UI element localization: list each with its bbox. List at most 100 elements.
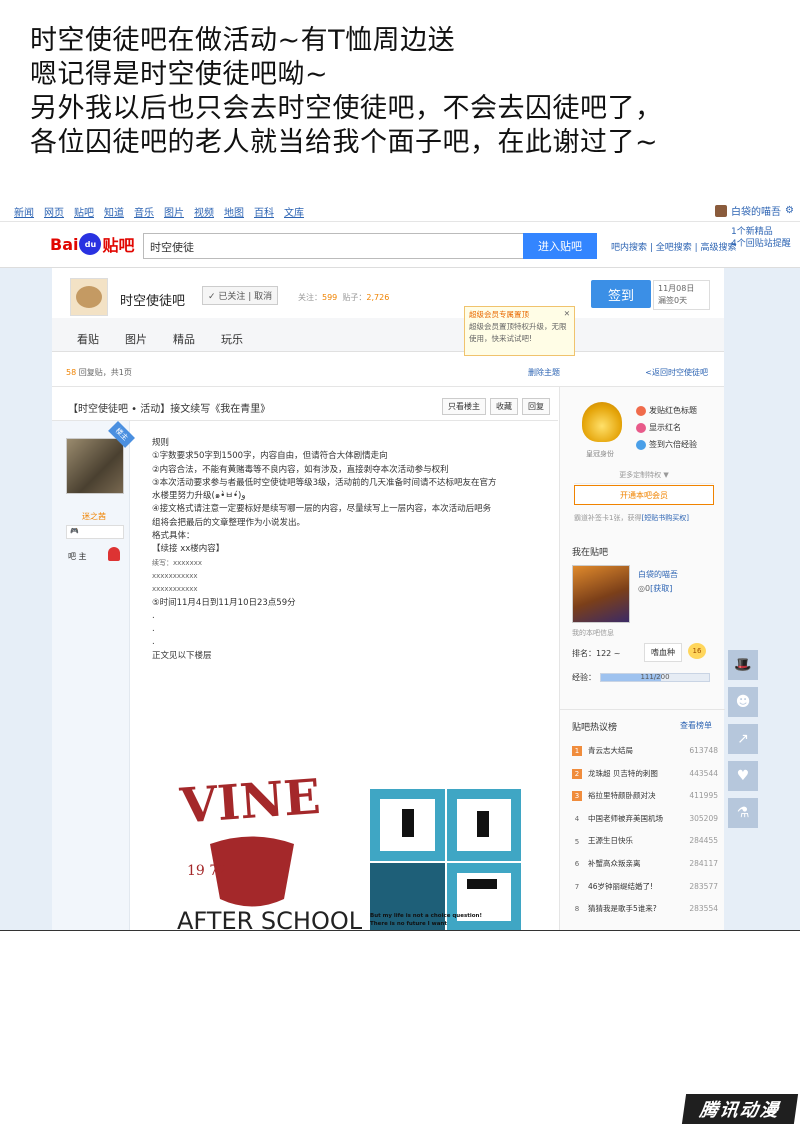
my-name[interactable]: 白袋的喵吾 [638, 569, 678, 580]
hot-topics: 贴吧热议榜 查看榜单 1 青云志大结局 613748 2 龙珠超 贝吉特的刺图 44354… [560, 709, 725, 913]
hot-topic-title[interactable]: 补蟹高众叛亲离 [588, 853, 684, 876]
caption-line: 各位囚徒吧的老人就当给我个面子吧，在此谢过了~ [30, 127, 659, 158]
level-name: 嗜血种 [644, 643, 682, 662]
nav-link-tieba[interactable]: 贴吧 [74, 204, 94, 219]
nav-link-map[interactable]: 地图 [224, 204, 244, 219]
hot-topic-item[interactable]: 4 中国老师被弃美国机场 305209 [572, 808, 718, 831]
follow-button[interactable]: ✓ 已关注 | 取消 [202, 286, 279, 305]
tab-images[interactable]: 图片 [112, 318, 160, 351]
back-to-forum-link[interactable]: <返回时空使徒吧 [645, 367, 708, 378]
my-avatar[interactable] [572, 565, 630, 623]
enter-tieba-button[interactable]: 进入贴吧 [523, 233, 597, 259]
sign-in-button[interactable]: 签到 [591, 280, 651, 308]
author-avatar[interactable] [66, 438, 124, 494]
nav-link-news[interactable]: 新闻 [14, 204, 34, 219]
red-name-icon [636, 422, 646, 433]
gear-icon[interactable]: ⚙ [785, 205, 794, 216]
hot-topic-item[interactable]: 6 补蟹高众叛亲离 284117 [572, 853, 718, 876]
post-line: 格式具体： [152, 531, 195, 542]
get-coins-link[interactable]: [获取] [650, 584, 672, 593]
heart-icon[interactable]: ♥ [728, 761, 758, 791]
hot-topic-rank: 7 [574, 882, 580, 891]
hot-topic-title[interactable]: 猜猜我是歌手5谁来? [588, 898, 684, 921]
delete-thread-link[interactable]: 删除主题 [528, 367, 560, 378]
nav-link-wenku[interactable]: 文库 [284, 204, 304, 219]
hot-topic-count: 283577 [689, 881, 718, 891]
experience: 经验： 111/200 [572, 672, 710, 683]
nav-link-images[interactable]: 图片 [164, 204, 184, 219]
only-op-button[interactable]: 只看楼主 [442, 398, 486, 415]
tab-featured[interactable]: 精品 [160, 318, 208, 351]
forum-tabs: 看贴 图片 精品 玩乐 [52, 318, 724, 352]
hot-topic-count: 283554 [689, 904, 718, 914]
hot-topic-title[interactable]: 王源生日快乐 [588, 830, 684, 853]
forum-stats: 关注：599 贴子：2,726 [298, 292, 389, 303]
user-menu[interactable]: 白袋的喵吾 ⚙ [715, 203, 794, 218]
tab-posts[interactable]: 看贴 [64, 318, 112, 351]
hot-topic-item[interactable]: 8 猜猜我是歌手5谁来? 283554 [572, 898, 718, 921]
more-privileges-link[interactable]: 更多定制特权 ▼ [574, 470, 714, 484]
hot-topic-title[interactable]: 裕拉里特颜卧颜对决 [588, 785, 684, 808]
favorite-button[interactable]: 收藏 [490, 398, 518, 415]
hot-topic-title[interactable]: 龙珠超 贝吉特的刺图 [588, 763, 684, 786]
reply-button[interactable]: 回复 [522, 398, 550, 415]
hot-topic-item[interactable]: 2 龙珠超 贝吉特的刺图 443544 [572, 763, 718, 786]
my-forum-info: 我的本吧信息 [572, 629, 614, 637]
top-nav-links: 新闻 网页 贴吧 知道 音乐 图片 视频 地图 百科 文库 [14, 204, 304, 219]
author-name[interactable]: 迷之茜 [82, 511, 106, 522]
search-links[interactable]: 吧内搜索 | 全吧搜索 | 高级搜索 [611, 240, 737, 253]
notice-box[interactable]: 1个新精品 4个回贴站提醒 [731, 226, 793, 250]
forum-name[interactable]: 时空使徒吧 [120, 290, 185, 309]
nav-link-music[interactable]: 音乐 [134, 204, 154, 219]
nav-link-video[interactable]: 视频 [194, 204, 214, 219]
my-tieba-title: 我在贴吧 [572, 548, 609, 558]
notice-item[interactable]: 1个新精品 [731, 226, 793, 238]
post-line: ①字数要求50字到1500字，内容自由，但请符合大体剧情走向 [152, 451, 388, 462]
notice-item[interactable]: 4个回贴站提醒 [731, 238, 793, 250]
page-bar: 58 回复贴，共1页 删除主题 <返回时空使徒吧 [52, 352, 724, 387]
magic-hat-icon[interactable]: 🎩 [728, 650, 758, 680]
nav-link-baike[interactable]: 百科 [254, 204, 274, 219]
close-icon[interactable]: ✕ [564, 308, 570, 320]
thread-title: 【时空使徒吧 • 活动】接文续写《我在青里》 [68, 404, 271, 415]
hot-topic-title[interactable]: 青云志大结局 [588, 740, 684, 763]
share-icon[interactable]: ↗ [728, 724, 758, 754]
username[interactable]: 白袋的喵吾 [731, 203, 781, 218]
tab-fun[interactable]: 玩乐 [208, 318, 256, 351]
red-title-icon [636, 405, 646, 416]
reply-count-text: 回复贴，共1页 [76, 368, 132, 377]
bear-face-icon[interactable]: ☻ [728, 687, 758, 717]
hot-topic-item[interactable]: 7 46岁钟丽缇结婚了! 283577 [572, 876, 718, 899]
sign-streak: 漏签0天 [658, 296, 688, 305]
hot-topic-item[interactable]: 1 青云志大结局 613748 [572, 740, 718, 763]
hot-topic-rank: 3 [572, 791, 582, 802]
view-ranking-link[interactable]: 查看榜单 [680, 720, 712, 731]
post-body: 规则 ①字数要求50字到1500字，内容自由，但请符合大体剧情走向 ②内容合法，… [152, 437, 552, 663]
moderator-icon [108, 547, 120, 561]
caption-line: 另外我以后也只会去时空使徒吧，不会去囚徒吧了， [30, 93, 663, 124]
hot-topic-rank: 4 [574, 815, 580, 824]
post-line: 【续接 xx楼内容】 [152, 544, 225, 555]
reply-count: 58 回复贴，共1页 [66, 367, 132, 378]
paw-icon: du [79, 233, 102, 255]
image-text-q2: There is no future I want [370, 921, 447, 927]
post-image[interactable]: VINE 19 72 AFTER SCHOOL But my life is n… [152, 749, 538, 930]
nav-link-web[interactable]: 网页 [44, 204, 64, 219]
nav-link-zhidao[interactable]: 知道 [104, 204, 124, 219]
hot-topic-item[interactable]: 3 裕拉里特颜卧颜对决 411995 [572, 785, 718, 808]
hot-topic-title[interactable]: 中国老师被弃美国机场 [588, 808, 684, 831]
floating-tools: 🎩 ☻ ↗ ♥ ⚗ [728, 650, 760, 835]
forum-avatar[interactable] [70, 278, 108, 316]
vip-promo-popup[interactable]: 超级会员专属置顶 超级会员置顶特权升级，无限使用，快来试试吧! ✕ [464, 306, 575, 356]
flask-icon[interactable]: ⚗ [728, 798, 758, 828]
post-count-label: 贴子： [342, 293, 367, 302]
post-line: ③本次活动要求参与者最低时空使徒吧等级3级，活动前的几天准备时间请不达标吧友在官… [152, 477, 497, 488]
search-input[interactable]: 时空使徒 [143, 233, 525, 259]
hot-topic-title[interactable]: 46岁钟丽缇结婚了! [588, 876, 684, 899]
baidu-tieba-logo[interactable]: Bai du 贴吧 [50, 232, 135, 256]
reply-card-link[interactable]: [短贴书购买权] [641, 514, 688, 522]
open-vip-button[interactable]: 开通本吧会员 [574, 485, 714, 505]
crown-icon [582, 402, 622, 442]
hot-topic-item[interactable]: 5 王源生日快乐 284455 [572, 830, 718, 853]
post-line: . [152, 624, 155, 635]
